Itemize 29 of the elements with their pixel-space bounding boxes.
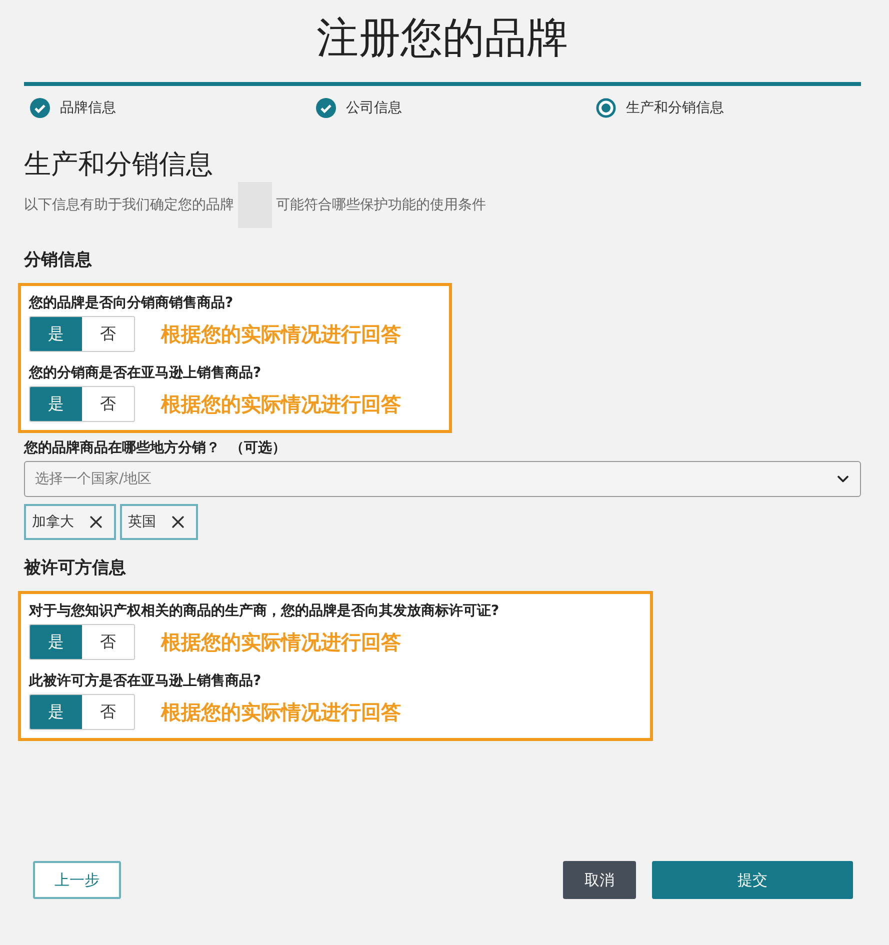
- optional-label: （可选）: [230, 439, 286, 457]
- answer-option[interactable]: 是: [30, 317, 82, 351]
- group-heading: 分销信息: [24, 249, 93, 271]
- step-label: 公司信息: [346, 99, 402, 117]
- annotation-note: 根据您的实际情况进行回答: [161, 628, 401, 656]
- country-select[interactable]: 选择一个国家/地区: [24, 461, 861, 497]
- annotation-note: 根据您的实际情况进行回答: [161, 320, 401, 348]
- answer-option[interactable]: 是: [30, 387, 82, 421]
- cancel-button[interactable]: 取消: [563, 861, 636, 899]
- section-description: 以下信息有助于我们确定您的品牌: [24, 196, 234, 214]
- submit-button[interactable]: 提交: [652, 861, 853, 899]
- answer-option[interactable]: 是: [30, 695, 82, 729]
- section-heading: 生产和分销信息: [24, 148, 214, 182]
- annotation-note: 根据您的实际情况进行回答: [161, 698, 401, 726]
- page-title: 注册您的品牌: [316, 12, 570, 64]
- question-label: 您的品牌是否向分销商销售商品?: [29, 294, 234, 312]
- question-label: 您的分销商是否在亚马逊上销售商品?: [29, 364, 262, 382]
- step-label: 品牌信息: [60, 99, 116, 117]
- annotation-note: 根据您的实际情况进行回答: [161, 390, 401, 418]
- group-heading: 被许可方信息: [24, 557, 127, 579]
- question-label: 此被许可方是否在亚马逊上销售商品?: [29, 672, 262, 690]
- back-button[interactable]: 上一步: [33, 861, 121, 899]
- chip-label: 加拿大: [32, 513, 74, 531]
- field-label: 您的品牌商品在哪些地方分销？: [24, 439, 220, 457]
- question-label: 对于与您知识产权相关的商品的生产商，您的品牌是否向其发放商标许可证?: [29, 602, 500, 620]
- chip-label: 英国: [128, 513, 156, 531]
- step-label: 生产和分销信息: [626, 99, 724, 117]
- answer-option[interactable]: 是: [30, 625, 82, 659]
- section-description: 可能符合哪些保护功能的使用条件: [276, 196, 486, 214]
